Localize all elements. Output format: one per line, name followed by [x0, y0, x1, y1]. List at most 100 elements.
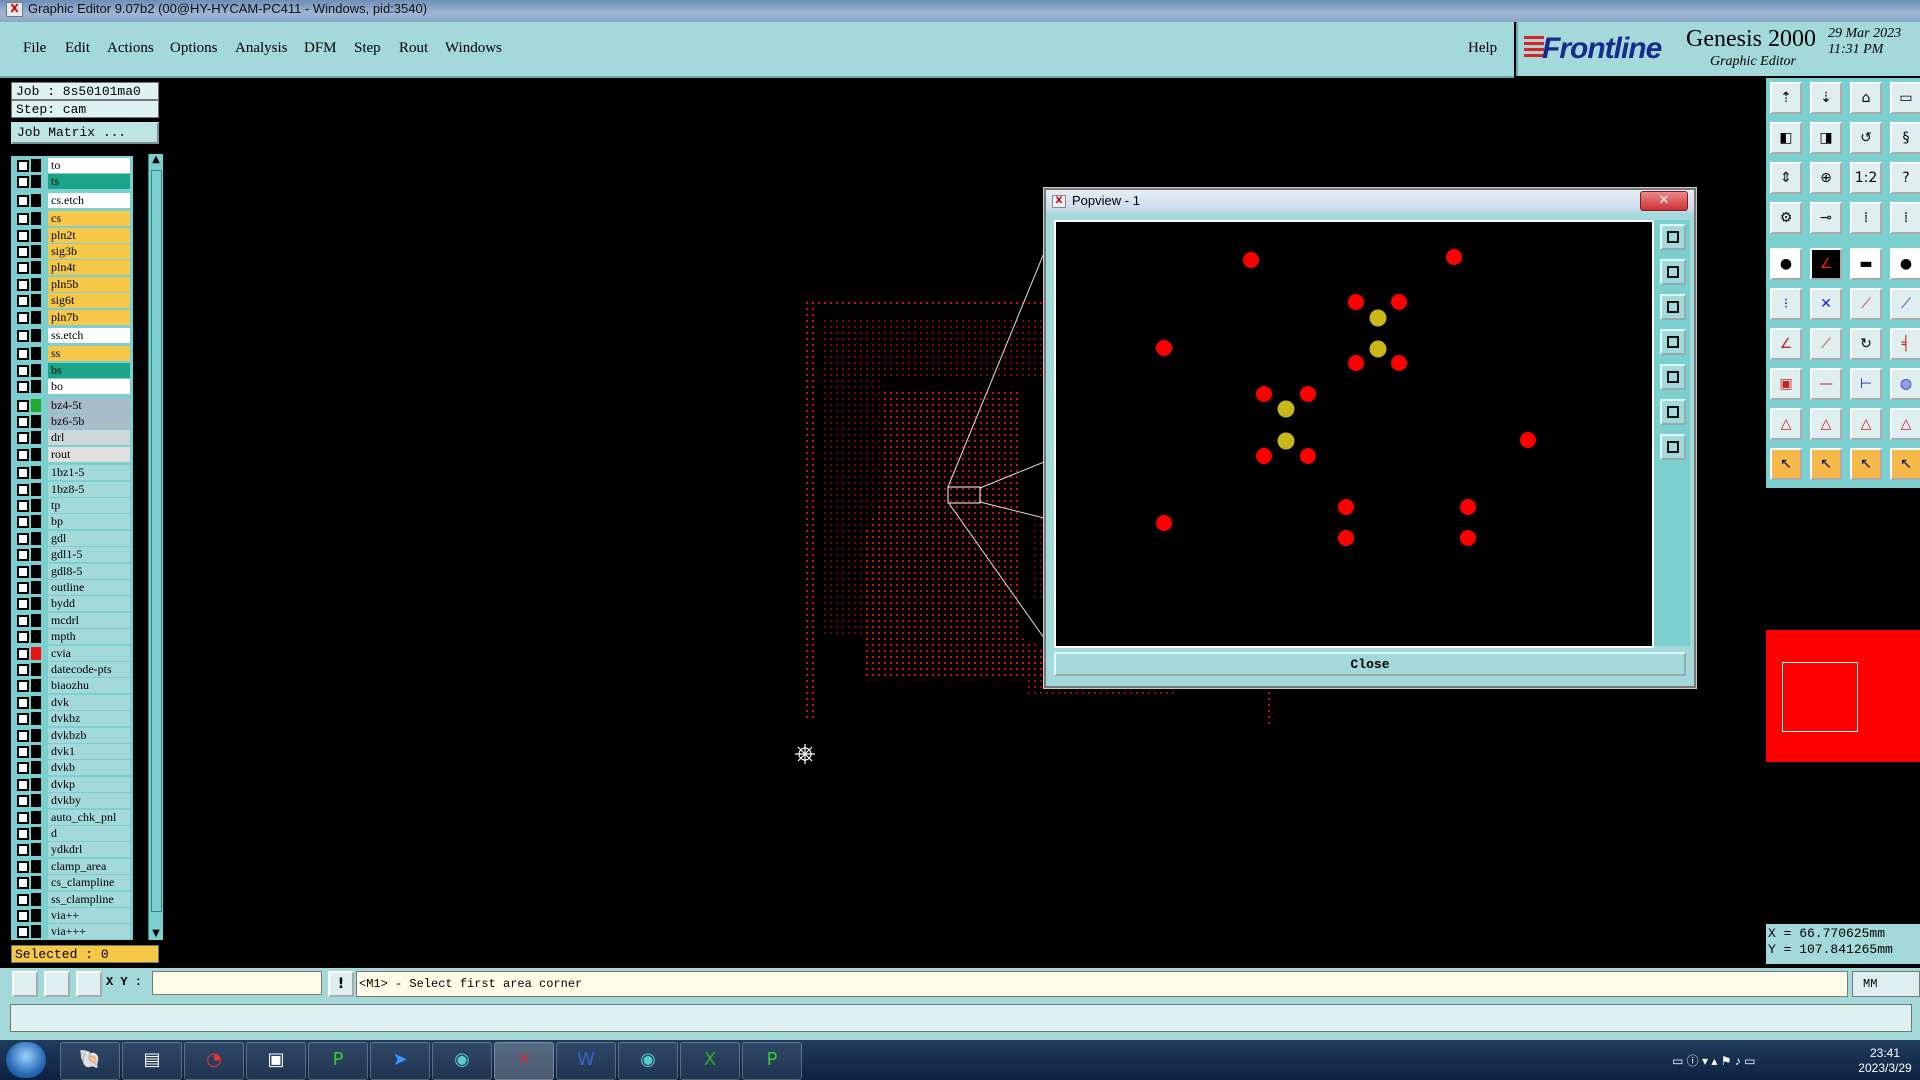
layer-color-swatch[interactable] — [31, 810, 41, 824]
layer-name[interactable]: mpth — [48, 629, 130, 645]
layer-name[interactable]: dvkbzb — [48, 727, 130, 743]
layer-color-swatch[interactable] — [31, 876, 41, 890]
menu-help[interactable]: Help — [1468, 40, 1497, 57]
red-pad[interactable] — [1243, 252, 1259, 268]
pad-add-icon[interactable]: ● — [1770, 248, 1802, 280]
layer-row[interactable]: d — [11, 826, 133, 841]
layer-row[interactable]: tp — [11, 498, 133, 513]
layer-color-swatch[interactable] — [31, 261, 41, 275]
red-pad[interactable] — [1348, 355, 1364, 371]
layer-row[interactable]: mpth — [11, 629, 133, 645]
warning-icon[interactable]: ! — [328, 971, 354, 997]
yellow-pad[interactable] — [1369, 309, 1387, 327]
xy-input[interactable] — [152, 971, 322, 995]
explorer-icon[interactable]: 🐚 — [60, 1042, 120, 1080]
overview-map[interactable] — [1766, 488, 1920, 918]
layer-checkbox[interactable] — [17, 631, 29, 644]
layer-color-swatch[interactable] — [31, 245, 41, 258]
layer-name[interactable]: 1bz8-5 — [48, 481, 130, 497]
layer-row[interactable]: ss_clampline — [11, 891, 133, 907]
popview-title-bar[interactable]: X Popview - 1 ✕ — [1046, 190, 1694, 212]
triangle3-icon[interactable]: △ — [1850, 408, 1882, 440]
scroll-up-icon[interactable]: ▲ — [150, 154, 162, 166]
ruler-icon[interactable]: ▬ — [1850, 248, 1882, 280]
layer-name[interactable]: ss.etch — [48, 328, 130, 343]
snap-mode-icon[interactable] — [12, 971, 38, 997]
layer-name[interactable]: d — [48, 826, 130, 841]
layer-name[interactable]: dvkb — [48, 760, 130, 776]
grid-mode-icon[interactable] — [76, 971, 102, 997]
layer-color-swatch[interactable] — [31, 581, 41, 594]
layer-row[interactable]: dvk — [11, 694, 133, 710]
pan-up-icon[interactable] — [1660, 259, 1686, 285]
layer-name[interactable]: via++ — [48, 908, 130, 923]
layer-checkbox[interactable] — [17, 432, 29, 445]
layer-row[interactable]: cvia — [11, 645, 133, 661]
layer-name[interactable]: 1bz1-5 — [48, 465, 130, 481]
layer-color-swatch[interactable] — [31, 398, 41, 412]
graphic-editor-task-icon[interactable]: ✕ — [494, 1042, 554, 1080]
layer-checkbox[interactable] — [17, 295, 29, 308]
home-icon[interactable]: ⌂ — [1850, 82, 1882, 114]
shapes-icon[interactable]: ◍ — [1890, 368, 1920, 400]
layer-checkbox[interactable] — [17, 262, 29, 275]
import-icon[interactable]: ◧ — [1770, 122, 1802, 154]
layer-row[interactable]: rout — [11, 446, 133, 462]
layer-color-swatch[interactable] — [31, 228, 41, 242]
layer-checkbox[interactable] — [17, 399, 29, 412]
layer-row[interactable]: dvkbzb — [11, 727, 133, 743]
red-pad[interactable] — [1460, 499, 1476, 515]
layer-name[interactable]: tp — [48, 498, 130, 513]
arc-icon[interactable]: ⟋ — [1890, 288, 1920, 320]
layer-checkbox[interactable] — [17, 893, 29, 906]
yellow-pad[interactable] — [1277, 400, 1295, 418]
layer-row[interactable]: dvkby — [11, 793, 133, 809]
layer-color-swatch[interactable] — [31, 329, 41, 342]
rect-pad-icon[interactable]: ▣ — [1770, 368, 1802, 400]
layer-checkbox[interactable] — [17, 647, 29, 660]
layer-color-swatch[interactable] — [31, 597, 41, 611]
layer-checkbox[interactable] — [17, 746, 29, 758]
zoom-in-icon[interactable] — [1660, 434, 1686, 460]
layer-name[interactable]: outline — [48, 580, 130, 595]
select4-icon[interactable]: ↖ — [1890, 448, 1920, 480]
layer-name[interactable]: cs.etch — [48, 192, 130, 208]
key-icon[interactable]: ⊸ — [1810, 202, 1842, 234]
layer-color-swatch[interactable] — [31, 515, 41, 529]
layer-row[interactable]: ss.etch — [11, 328, 133, 343]
layer-row[interactable]: auto_chk_pnl — [11, 809, 133, 825]
circle-icon[interactable]: ● — [1890, 248, 1920, 280]
layer-color-swatch[interactable] — [31, 380, 41, 394]
layer-row[interactable]: bz6-5b — [11, 414, 133, 429]
layer-checkbox[interactable] — [17, 844, 29, 857]
layer-checkbox[interactable] — [17, 680, 29, 693]
net-icon[interactable]: ⁞ — [1850, 202, 1882, 234]
layer-color-swatch[interactable] — [31, 466, 41, 480]
angle-mode-icon[interactable] — [44, 971, 70, 997]
menu-step[interactable]: Step — [354, 40, 381, 57]
layer-checkbox[interactable] — [17, 448, 29, 461]
window-icon[interactable]: ▭ — [1890, 82, 1920, 114]
layer-name[interactable]: dvkp — [48, 776, 130, 792]
triangle2-icon[interactable]: △ — [1810, 408, 1842, 440]
menu-dfm[interactable]: DFM — [304, 40, 337, 57]
menu-file[interactable]: File — [23, 40, 46, 57]
layer-checkbox[interactable] — [17, 910, 29, 922]
layer-checkbox[interactable] — [17, 926, 29, 939]
menu-edit[interactable]: Edit — [65, 40, 90, 57]
layer-checkbox[interactable] — [17, 176, 29, 189]
layer-name[interactable]: dvk1 — [48, 744, 130, 759]
menu-actions[interactable]: Actions — [107, 40, 154, 57]
layer-checkbox[interactable] — [17, 229, 29, 242]
layer-row[interactable]: bydd — [11, 596, 133, 612]
layer-row[interactable]: mcdrl — [11, 612, 133, 628]
layer-color-swatch[interactable] — [31, 827, 41, 840]
layer-name[interactable]: datecode-pts — [48, 662, 130, 677]
layer-color-swatch[interactable] — [31, 761, 41, 775]
layer-row[interactable]: via++ — [11, 908, 133, 923]
layer-row[interactable]: gdl8-5 — [11, 563, 133, 579]
hline-icon[interactable]: — — [1810, 368, 1842, 400]
tray-icons[interactable]: ▭ ⓘ ▾ ▴ ⚑ ♪ ▭ — [1672, 1052, 1756, 1069]
layer-name[interactable]: bz4-5t — [48, 397, 130, 413]
layer-color-swatch[interactable] — [31, 777, 41, 791]
